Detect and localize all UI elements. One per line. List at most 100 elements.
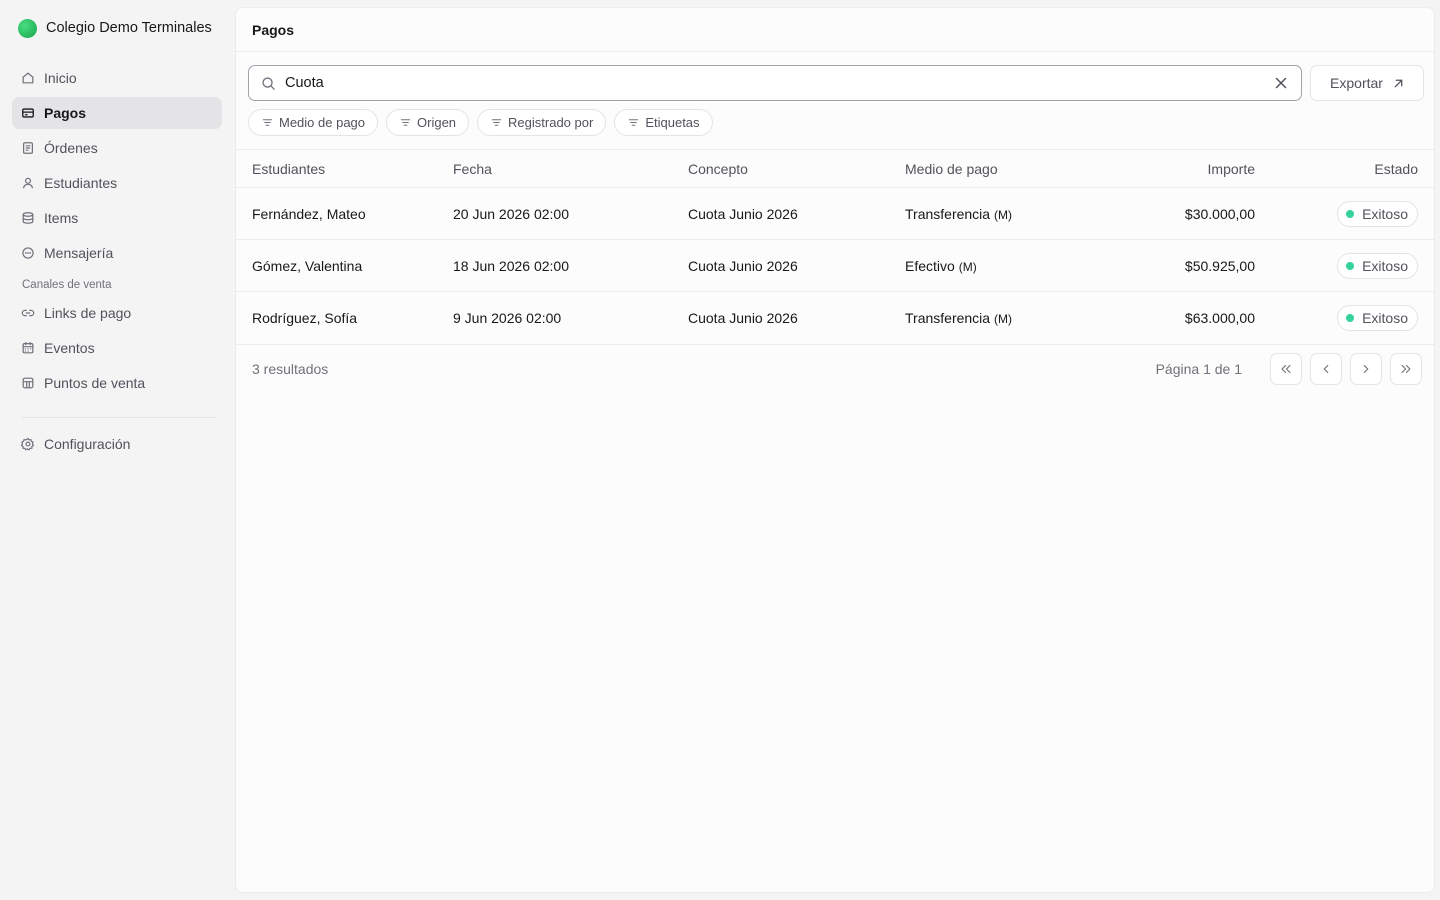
clear-search-button[interactable] <box>1273 75 1289 91</box>
sidebar-item-label: Pagos <box>44 105 87 121</box>
link-icon <box>21 309 35 317</box>
column-header-medio-de-pago[interactable]: Medio de pago <box>905 161 1105 177</box>
sidebar-item-ordenes[interactable]: Órdenes <box>12 132 222 164</box>
sidebar-item-mensajeria[interactable]: Mensajería <box>12 237 222 269</box>
sidebar-item-items[interactable]: Items <box>12 202 222 234</box>
column-header-fecha[interactable]: Fecha <box>453 161 688 177</box>
sidebar-item-links-de-pago[interactable]: Links de pago <box>12 297 222 329</box>
status-label: Exitoso <box>1362 205 1408 222</box>
user-icon <box>23 177 33 189</box>
status-badge: Exitoso <box>1337 200 1418 227</box>
cell-student: Rodríguez, Sofía <box>252 309 358 326</box>
filter-icon <box>262 119 273 126</box>
gear-icon <box>21 437 35 451</box>
method-name: Efectivo <box>905 257 955 274</box>
sidebar-item-label: Items <box>44 210 79 226</box>
table-row[interactable]: Fernández, Mateo 20 Jun 2026 02:00 Cuota… <box>236 187 1434 239</box>
previous-page-button[interactable] <box>1310 352 1342 385</box>
chevrons-right-icon <box>1401 364 1411 373</box>
method-suffix: (M) <box>993 207 1012 222</box>
cell-method: Transferencia (M) <box>905 206 1105 222</box>
sidebar-item-configuracion[interactable]: Configuración <box>12 428 222 460</box>
next-page-button[interactable] <box>1350 352 1382 385</box>
cell-method: Transferencia (M) <box>905 310 1105 326</box>
filter-label: Origen <box>417 115 457 130</box>
table-row[interactable]: Rodríguez, Sofía 9 Jun 2026 02:00 Cuota … <box>236 291 1434 343</box>
sidebar: Colegio Demo Terminales Inicio Pagos Órd… <box>0 0 234 900</box>
sales-channels-heading: Canales de venta <box>22 279 112 291</box>
cell-date: 9 Jun 2026 02:00 <box>453 309 562 326</box>
layers-icon <box>22 212 34 224</box>
filter-medio-de-pago[interactable]: Medio de pago <box>248 109 379 136</box>
status-dot-icon <box>1346 261 1355 270</box>
column-header-estado[interactable]: Estado <box>1255 161 1434 177</box>
close-icon <box>1275 77 1287 89</box>
chevron-left-icon <box>1323 364 1329 373</box>
last-page-button[interactable] <box>1390 352 1422 385</box>
cell-date: 18 Jun 2026 02:00 <box>453 257 569 274</box>
sidebar-item-label: Órdenes <box>44 140 98 156</box>
main-panel: Pagos Exportar Medio de pago Origen Regi… <box>235 7 1435 893</box>
cell-student: Fernández, Mateo <box>252 205 366 222</box>
search-input[interactable] <box>285 75 1273 91</box>
sidebar-item-inicio[interactable]: Inicio <box>12 62 222 94</box>
sidebar-item-label: Estudiantes <box>44 175 118 191</box>
table-row[interactable]: Gómez, Valentina 18 Jun 2026 02:00 Cuota… <box>236 239 1434 291</box>
sidebar-item-puntos-de-venta[interactable]: Puntos de venta <box>12 367 222 399</box>
status-dot-icon <box>1346 313 1355 322</box>
status-label: Exitoso <box>1362 257 1408 274</box>
first-page-button[interactable] <box>1270 352 1302 385</box>
org-logo-icon <box>18 18 37 38</box>
page-title: Pagos <box>236 8 1434 52</box>
chevrons-left-icon <box>1281 364 1291 373</box>
org-switcher[interactable]: Colegio Demo Terminales <box>18 17 212 39</box>
status-badge: Exitoso <box>1337 252 1418 279</box>
filter-label: Etiquetas <box>645 115 700 130</box>
sidebar-divider <box>22 417 216 418</box>
results-count: 3 resultados <box>252 360 329 377</box>
cell-concept: Cuota Junio 2026 <box>688 257 798 274</box>
sidebar-item-label: Puntos de venta <box>44 375 146 391</box>
receipt-icon <box>23 142 33 154</box>
arrow-up-right-icon <box>1394 79 1403 87</box>
status-label: Exitoso <box>1362 309 1408 326</box>
cell-date: 20 Jun 2026 02:00 <box>453 205 569 222</box>
org-name: Colegio Demo Terminales <box>46 20 212 36</box>
filter-etiquetas[interactable]: Etiquetas <box>614 109 713 136</box>
filter-registrado-por[interactable]: Registrado por <box>477 109 607 136</box>
export-button[interactable]: Exportar <box>1310 65 1424 101</box>
sidebar-item-estudiantes[interactable]: Estudiantes <box>12 167 222 199</box>
filter-bar: Medio de pago Origen Registrado por Etiq… <box>248 109 713 136</box>
sidebar-item-label: Configuración <box>44 436 131 452</box>
filter-label: Registrado por <box>508 115 594 130</box>
method-suffix: (M) <box>993 311 1012 326</box>
column-header-estudiantes[interactable]: Estudiantes <box>236 161 453 177</box>
cell-method: Efectivo (M) <box>905 258 1105 274</box>
payments-table: Estudiantes Fecha Concepto Medio de pago… <box>236 149 1434 343</box>
sidebar-item-label: Links de pago <box>44 305 132 321</box>
filter-icon <box>400 119 411 126</box>
method-suffix: (M) <box>958 259 977 274</box>
status-dot-icon <box>1346 209 1355 218</box>
cell-status: Exitoso <box>1255 200 1434 227</box>
sidebar-item-label: Mensajería <box>44 245 114 261</box>
home-icon <box>22 72 34 84</box>
pagination <box>1270 352 1422 385</box>
toolbar: Exportar <box>248 65 1424 101</box>
sidebar-nav: Inicio Pagos Órdenes Estudiantes Items M… <box>12 62 222 463</box>
column-header-concepto[interactable]: Concepto <box>688 161 905 177</box>
filter-icon <box>491 119 502 126</box>
filter-origen[interactable]: Origen <box>386 109 470 136</box>
sidebar-item-pagos[interactable]: Pagos <box>12 97 222 129</box>
filter-label: Medio de pago <box>279 115 366 130</box>
sidebar-item-eventos[interactable]: Eventos <box>12 332 222 364</box>
table-header: Estudiantes Fecha Concepto Medio de pago… <box>236 149 1434 187</box>
table-footer: 3 resultados Página 1 de 1 <box>236 344 1434 392</box>
cell-amount: $63.000,00 <box>1184 309 1255 326</box>
column-header-importe[interactable]: Importe <box>1105 161 1255 177</box>
credit-card-icon <box>22 108 34 118</box>
calendar-icon <box>22 341 34 354</box>
store-icon <box>22 377 34 389</box>
page-info: Página 1 de 1 <box>1155 360 1242 377</box>
search-box <box>248 65 1302 101</box>
